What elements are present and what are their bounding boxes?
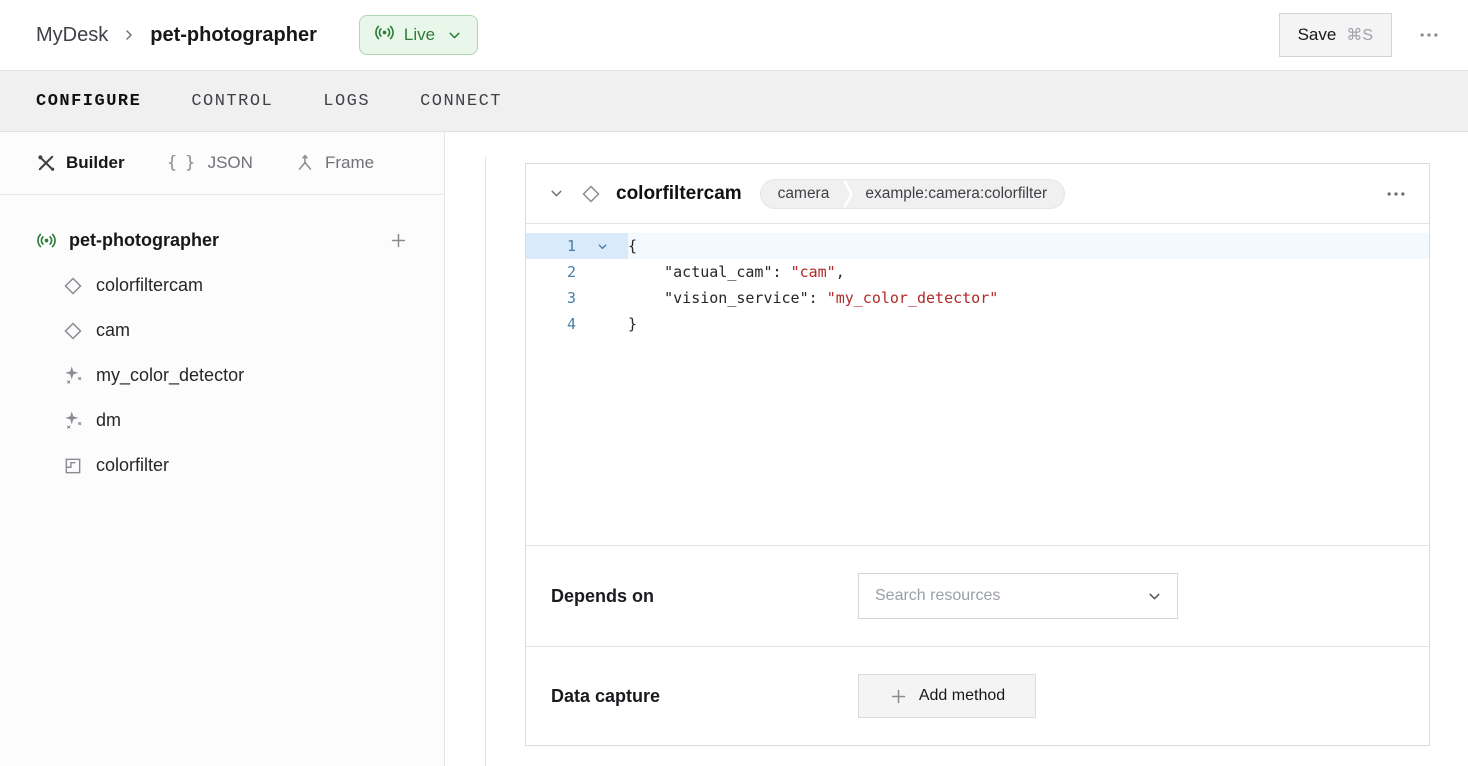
save-button-label: Save bbox=[1298, 25, 1337, 45]
tools-icon bbox=[36, 153, 56, 173]
service-sparkle-icon bbox=[62, 365, 84, 386]
app-window: MyDesk pet-photographer Live Save ⌘S CON… bbox=[0, 0, 1468, 766]
code-text: { bbox=[628, 233, 1429, 259]
code-line-4[interactable]: 4} bbox=[526, 311, 1429, 337]
chevron-down-icon bbox=[446, 27, 463, 44]
code-line-1[interactable]: 1{ bbox=[526, 233, 1429, 259]
depends-on-placeholder: Search resources bbox=[875, 587, 1146, 605]
chevron-right-icon bbox=[121, 27, 137, 43]
view-tab-label: JSON bbox=[208, 153, 253, 173]
tree-item-label: dm bbox=[96, 410, 121, 431]
resource-title: colorfiltercam bbox=[616, 183, 742, 205]
live-status-dropdown[interactable]: Live bbox=[359, 15, 478, 55]
tab-connect[interactable]: CONNECT bbox=[420, 92, 502, 111]
code-text: "vision_service": "my_color_detector" bbox=[628, 285, 1429, 311]
collapse-chevron-icon[interactable] bbox=[548, 185, 565, 202]
more-options-icon[interactable] bbox=[1418, 24, 1440, 46]
broadcast-icon bbox=[374, 22, 395, 48]
service-sparkle-icon bbox=[62, 410, 84, 431]
resource-tree: pet-photographer colorfiltercam cam my_col… bbox=[0, 195, 444, 488]
tree-item-label: cam bbox=[96, 320, 130, 341]
line-number: 1 bbox=[526, 233, 576, 259]
fold-spacer bbox=[576, 311, 628, 337]
depends-on-select[interactable]: Search resources bbox=[858, 573, 1178, 619]
depends-on-row: Depends on Search resources bbox=[526, 545, 1429, 646]
tree-item-dm[interactable]: dm bbox=[0, 398, 444, 443]
json-attributes-editor[interactable]: 1{2 "actual_cam": "cam",3 "vision_servic… bbox=[526, 224, 1429, 545]
component-diamond-icon bbox=[62, 320, 84, 342]
line-number: 2 bbox=[526, 259, 576, 285]
tab-logs[interactable]: LOGS bbox=[323, 92, 370, 111]
main-content: colorfiltercam camera example:camera:col… bbox=[445, 132, 1468, 766]
scroll-guide-line bbox=[485, 157, 486, 766]
plus-icon bbox=[889, 687, 908, 706]
save-shortcut-hint: ⌘S bbox=[1346, 25, 1373, 45]
fold-spacer bbox=[576, 259, 628, 285]
add-method-button[interactable]: Add method bbox=[858, 674, 1036, 718]
resource-type-badge: camera example:camera:colorfilter bbox=[760, 179, 1065, 209]
breadcrumb-current-machine: pet-photographer bbox=[150, 24, 317, 47]
data-capture-row: Data capture Add method bbox=[526, 646, 1429, 745]
resource-card-colorfiltercam: colorfiltercam camera example:camera:col… bbox=[525, 163, 1430, 746]
tree-item-label: colorfiltercam bbox=[96, 275, 203, 296]
tab-configure[interactable]: CONFIGURE bbox=[36, 92, 141, 111]
view-tab-json[interactable]: { } JSON bbox=[167, 153, 253, 173]
data-capture-label: Data capture bbox=[551, 686, 858, 707]
fold-spacer bbox=[576, 285, 628, 311]
resource-model-label: example:camera:colorfilter bbox=[853, 179, 1064, 209]
badge-separator bbox=[843, 179, 853, 209]
view-tab-frame[interactable]: Frame bbox=[295, 153, 374, 173]
resource-card-header: colorfiltercam camera example:camera:col… bbox=[526, 164, 1429, 224]
view-tab-builder[interactable]: Builder bbox=[36, 153, 125, 173]
tab-control[interactable]: CONTROL bbox=[191, 92, 273, 111]
breadcrumb-root[interactable]: MyDesk bbox=[36, 24, 108, 47]
view-switcher: Builder { } JSON Frame bbox=[0, 132, 444, 195]
code-line-3[interactable]: 3 "vision_service": "my_color_detector" bbox=[526, 285, 1429, 311]
tree-items: colorfiltercam cam my_color_detectordm colo… bbox=[0, 263, 444, 488]
tree-item-cam[interactable]: cam bbox=[0, 308, 444, 353]
component-diamond-icon bbox=[580, 183, 602, 205]
module-icon bbox=[62, 456, 84, 476]
tree-item-label: my_color_detector bbox=[96, 365, 244, 386]
code-text: "actual_cam": "cam", bbox=[628, 259, 1429, 285]
view-tab-label: Frame bbox=[325, 153, 374, 173]
broadcast-icon bbox=[36, 230, 57, 251]
braces-icon: { } bbox=[167, 153, 198, 173]
depends-on-label: Depends on bbox=[551, 586, 858, 607]
tree-item-colorfilter[interactable]: colorfilter bbox=[0, 443, 444, 488]
line-number: 4 bbox=[526, 311, 576, 337]
chevron-down-icon bbox=[1146, 588, 1163, 605]
frame-axes-icon bbox=[295, 153, 315, 173]
tree-item-colorfiltercam[interactable]: colorfiltercam bbox=[0, 263, 444, 308]
tree-root-machine[interactable]: pet-photographer bbox=[0, 217, 444, 263]
config-sidebar: Builder { } JSON Frame pet-photographer col… bbox=[0, 132, 445, 766]
code-line-2[interactable]: 2 "actual_cam": "cam", bbox=[526, 259, 1429, 285]
tree-item-my_color_detector[interactable]: my_color_detector bbox=[0, 353, 444, 398]
top-bar: MyDesk pet-photographer Live Save ⌘S bbox=[0, 0, 1468, 70]
fold-chevron-icon[interactable] bbox=[576, 233, 628, 259]
resource-type-label: camera bbox=[761, 179, 844, 209]
resource-menu-icon[interactable] bbox=[1385, 183, 1407, 205]
code-text: } bbox=[628, 311, 1429, 337]
view-tab-label: Builder bbox=[66, 153, 125, 173]
live-status-label: Live bbox=[404, 25, 435, 45]
tab-bar: CONFIGURE CONTROL LOGS CONNECT bbox=[0, 70, 1468, 132]
tree-item-label: colorfilter bbox=[96, 455, 169, 476]
add-method-label: Add method bbox=[919, 687, 1005, 705]
line-number: 3 bbox=[526, 285, 576, 311]
save-button[interactable]: Save ⌘S bbox=[1279, 13, 1392, 57]
tree-root-label: pet-photographer bbox=[69, 230, 377, 251]
component-diamond-icon bbox=[62, 275, 84, 297]
add-resource-button[interactable] bbox=[389, 231, 408, 250]
